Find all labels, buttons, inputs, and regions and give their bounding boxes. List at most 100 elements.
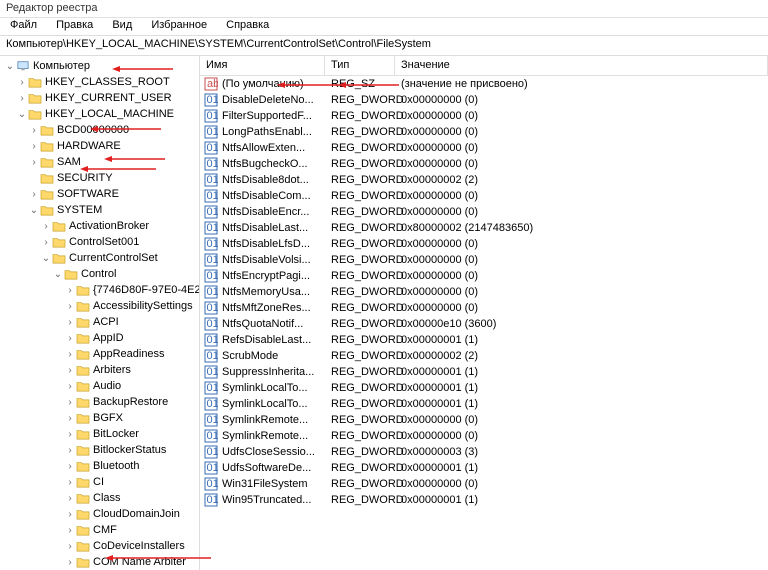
value-row[interactable]: 011 NtfsBugcheckO... REG_DWORD 0x0000000… — [200, 156, 768, 172]
value-row[interactable]: 011 SymlinkRemote... REG_DWORD 0x0000000… — [200, 428, 768, 444]
tree-control-comnamearbiter[interactable]: › COM Name Arbiter — [0, 554, 199, 570]
tree-control-bgfx[interactable]: › BGFX — [0, 410, 199, 426]
tree-control-cmf[interactable]: › CMF — [0, 522, 199, 538]
value-row[interactable]: 011 NtfsDisableCom... REG_DWORD 0x000000… — [200, 188, 768, 204]
tree-control-accessibilitysettings[interactable]: › AccessibilitySettings — [0, 298, 199, 314]
menu-help[interactable]: Справка — [218, 17, 277, 33]
value-row[interactable]: 011 NtfsMemoryUsa... REG_DWORD 0x0000000… — [200, 284, 768, 300]
tree-sam[interactable]: › SAM — [0, 154, 199, 170]
tree-control[interactable]: ⌄ Control — [0, 266, 199, 282]
chevron-right-icon[interactable]: › — [64, 525, 76, 536]
value-row[interactable]: 011 FilterSupportedF... REG_DWORD 0x0000… — [200, 108, 768, 124]
tree-bcd[interactable]: › BCD00000000 — [0, 122, 199, 138]
chevron-right-icon[interactable]: › — [28, 141, 40, 152]
chevron-right-icon[interactable]: › — [64, 477, 76, 488]
chevron-down-icon[interactable]: ⌄ — [4, 61, 16, 72]
tree-hkcr[interactable]: › HKEY_CLASSES_ROOT — [0, 74, 199, 90]
chevron-right-icon[interactable]: › — [64, 541, 76, 552]
tree-control-bitlocker[interactable]: › BitLocker — [0, 426, 199, 442]
tree-currentcontrolset[interactable]: ⌄ CurrentControlSet — [0, 250, 199, 266]
col-type[interactable]: Тип — [325, 56, 395, 75]
chevron-right-icon[interactable]: › — [40, 237, 52, 248]
chevron-right-icon[interactable]: › — [64, 381, 76, 392]
menu-file[interactable]: Файл — [2, 17, 45, 33]
chevron-right-icon[interactable]: › — [28, 125, 40, 136]
value-row[interactable]: 011 UdfsSoftwareDe... REG_DWORD 0x000000… — [200, 460, 768, 476]
value-row[interactable]: 011 NtfsDisableVolsi... REG_DWORD 0x0000… — [200, 252, 768, 268]
tree-control-backuprestore[interactable]: › BackupRestore — [0, 394, 199, 410]
value-row[interactable]: 011 SymlinkLocalTo... REG_DWORD 0x000000… — [200, 396, 768, 412]
chevron-right-icon[interactable]: › — [64, 509, 76, 520]
tree-control-ci[interactable]: › CI — [0, 474, 199, 490]
tree-activationbroker[interactable]: › ActivationBroker — [0, 218, 199, 234]
value-row[interactable]: 011 NtfsDisableLfsD... REG_DWORD 0x00000… — [200, 236, 768, 252]
tree-hkcu[interactable]: › HKEY_CURRENT_USER — [0, 90, 199, 106]
chevron-down-icon[interactable]: ⌄ — [16, 109, 28, 120]
chevron-right-icon[interactable]: › — [28, 157, 40, 168]
registry-tree[interactable]: ⌄ Компьютер › HKEY_CLASSES_ROOT › HKEY_C… — [0, 56, 200, 570]
value-row[interactable]: 011 NtfsQuotaNotif... REG_DWORD 0x00000e… — [200, 316, 768, 332]
chevron-right-icon[interactable]: › — [16, 77, 28, 88]
chevron-right-icon[interactable]: › — [64, 493, 76, 504]
address-bar[interactable]: Компьютер\HKEY_LOCAL_MACHINE\SYSTEM\Curr… — [0, 36, 768, 56]
value-row[interactable]: 011 NtfsDisableEncr... REG_DWORD 0x00000… — [200, 204, 768, 220]
value-row[interactable]: 011 SymlinkLocalTo... REG_DWORD 0x000000… — [200, 380, 768, 396]
tree-control-appreadiness[interactable]: › AppReadiness — [0, 346, 199, 362]
chevron-right-icon[interactable]: › — [64, 397, 76, 408]
value-row[interactable]: 011 RefsDisableLast... REG_DWORD 0x00000… — [200, 332, 768, 348]
chevron-right-icon[interactable]: › — [64, 365, 76, 376]
tree-security[interactable]: SECURITY — [0, 170, 199, 186]
chevron-right-icon[interactable]: › — [64, 333, 76, 344]
tree-controlset001[interactable]: › ControlSet001 — [0, 234, 199, 250]
value-row[interactable]: 011 NtfsAllowExten... REG_DWORD 0x000000… — [200, 140, 768, 156]
tree-root-computer[interactable]: ⌄ Компьютер — [0, 58, 199, 74]
tree-control-7746d80f97e04e26954326b41fc22f79[interactable]: › {7746D80F-97E0-4E26-9543-26B41FC22F79} — [0, 282, 199, 298]
tree-hklm[interactable]: ⌄ HKEY_LOCAL_MACHINE — [0, 106, 199, 122]
value-row[interactable]: 011 SuppressInherita... REG_DWORD 0x0000… — [200, 364, 768, 380]
col-name[interactable]: Имя — [200, 56, 325, 75]
chevron-right-icon[interactable]: › — [64, 301, 76, 312]
tree-control-class[interactable]: › Class — [0, 490, 199, 506]
value-row[interactable]: 011 DisableDeleteNo... REG_DWORD 0x00000… — [200, 92, 768, 108]
tree-control-clouddomainjoin[interactable]: › CloudDomainJoin — [0, 506, 199, 522]
tree-system[interactable]: ⌄ SYSTEM — [0, 202, 199, 218]
tree-control-audio[interactable]: › Audio — [0, 378, 199, 394]
tree-control-codeviceinstallers[interactable]: › CoDeviceInstallers — [0, 538, 199, 554]
value-list[interactable]: Имя Тип Значение ab (По умолчанию) REG_S… — [200, 56, 768, 570]
menu-favorites[interactable]: Избранное — [143, 17, 215, 33]
chevron-right-icon[interactable]: › — [64, 557, 76, 568]
chevron-right-icon[interactable]: › — [64, 429, 76, 440]
tree-control-acpi[interactable]: › ACPI — [0, 314, 199, 330]
chevron-right-icon[interactable]: › — [40, 221, 52, 232]
value-row[interactable]: 011 NtfsMftZoneRes... REG_DWORD 0x000000… — [200, 300, 768, 316]
tree-control-bitlockerstatus[interactable]: › BitlockerStatus — [0, 442, 199, 458]
value-row[interactable]: 011 Win31FileSystem REG_DWORD 0x00000000… — [200, 476, 768, 492]
chevron-right-icon[interactable]: › — [28, 189, 40, 200]
tree-software[interactable]: › SOFTWARE — [0, 186, 199, 202]
menu-view[interactable]: Вид — [104, 17, 140, 33]
chevron-down-icon[interactable]: ⌄ — [52, 269, 64, 280]
value-row[interactable]: 011 LongPathsEnabl... REG_DWORD 0x000000… — [200, 124, 768, 140]
value-row[interactable]: 011 Win95Truncated... REG_DWORD 0x000000… — [200, 492, 768, 508]
value-row[interactable]: 011 SymlinkRemote... REG_DWORD 0x0000000… — [200, 412, 768, 428]
chevron-right-icon[interactable]: › — [64, 413, 76, 424]
value-row[interactable]: 011 NtfsDisable8dot... REG_DWORD 0x00000… — [200, 172, 768, 188]
tree-control-arbiters[interactable]: › Arbiters — [0, 362, 199, 378]
chevron-right-icon[interactable]: › — [16, 93, 28, 104]
tree-control-bluetooth[interactable]: › Bluetooth — [0, 458, 199, 474]
value-row[interactable]: 011 NtfsDisableLast... REG_DWORD 0x80000… — [200, 220, 768, 236]
chevron-right-icon[interactable]: › — [64, 349, 76, 360]
chevron-down-icon[interactable]: ⌄ — [28, 205, 40, 216]
chevron-right-icon[interactable]: › — [64, 461, 76, 472]
value-row[interactable]: 011 ScrubMode REG_DWORD 0x00000002 (2) — [200, 348, 768, 364]
chevron-right-icon[interactable]: › — [64, 317, 76, 328]
chevron-right-icon[interactable]: › — [64, 445, 76, 456]
value-row[interactable]: 011 UdfsCloseSessio... REG_DWORD 0x00000… — [200, 444, 768, 460]
value-row[interactable]: 011 NtfsEncryptPagi... REG_DWORD 0x00000… — [200, 268, 768, 284]
tree-hardware[interactable]: › HARDWARE — [0, 138, 199, 154]
value-row[interactable]: ab (По умолчанию) REG_SZ (значение не пр… — [200, 76, 768, 92]
col-value[interactable]: Значение — [395, 56, 768, 75]
menu-edit[interactable]: Правка — [48, 17, 101, 33]
tree-control-appid[interactable]: › AppID — [0, 330, 199, 346]
chevron-down-icon[interactable]: ⌄ — [40, 253, 52, 264]
